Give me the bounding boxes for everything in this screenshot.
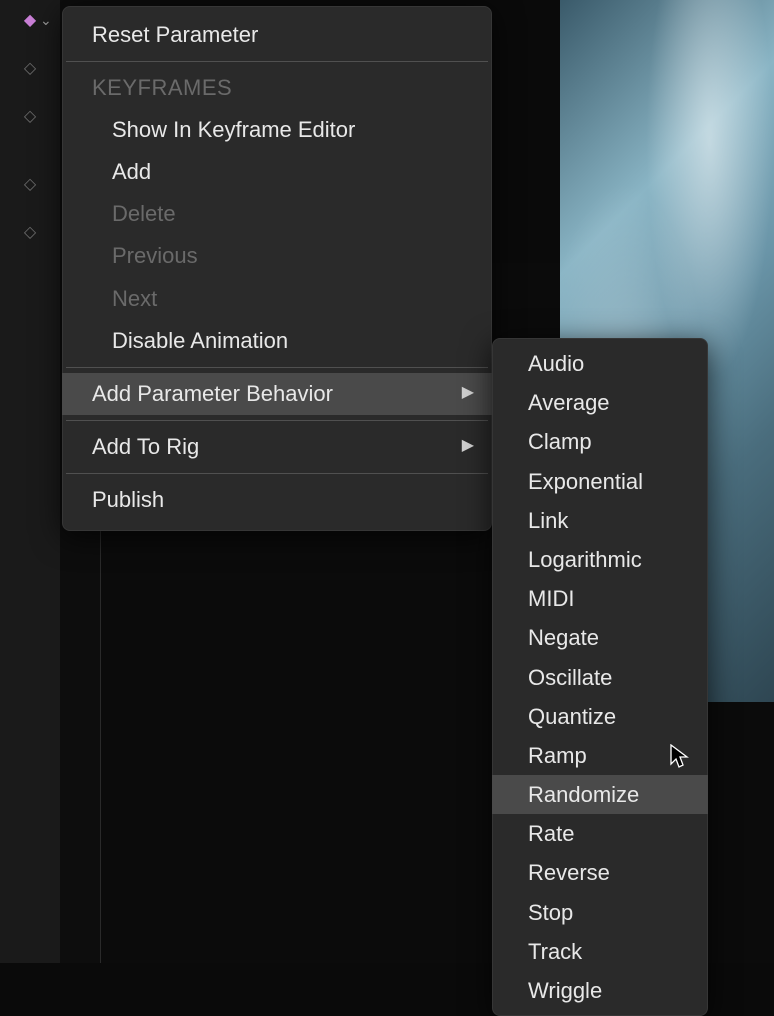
behavior-ramp[interactable]: Ramp [492,736,708,775]
submenu-item-label: Logarithmic [528,547,642,572]
submenu-item-label: Exponential [528,469,643,494]
behavior-exponential[interactable]: Exponential [492,462,708,501]
menu-separator [66,473,488,474]
behavior-average[interactable]: Average [492,383,708,422]
submenu-item-label: Clamp [528,429,592,454]
menu-add-to-rig[interactable]: Add To Rig ▶ [62,426,492,468]
keyframe-diamond-icon[interactable]: ◆ [24,10,36,30]
behavior-rate[interactable]: Rate [492,814,708,853]
submenu-item-label: Track [528,939,582,964]
submenu-item-label: Link [528,508,568,533]
submenu-arrow-icon: ▶ [462,434,474,459]
behavior-negate[interactable]: Negate [492,618,708,657]
behavior-track[interactable]: Track [492,932,708,971]
chevron-down-icon[interactable]: ⌄ [40,12,52,29]
menu-disable-animation[interactable]: Disable Animation [62,320,492,362]
menu-add-keyframe[interactable]: Add [62,151,492,193]
parameter-behavior-submenu[interactable]: Audio Average Clamp Exponential Link Logarith… [492,338,708,1016]
menu-item-label: Disable Animation [112,324,288,358]
menu-item-label: Previous [112,239,198,273]
behavior-midi[interactable]: MIDI [492,579,708,618]
menu-separator [66,367,488,368]
submenu-item-label: Quantize [528,704,616,729]
submenu-item-label: Rate [528,821,574,846]
menu-item-label: Add Parameter Behavior [92,377,333,411]
menu-previous-keyframe: Previous [62,235,492,277]
menu-add-parameter-behavior[interactable]: Add Parameter Behavior ▶ [62,373,492,415]
submenu-item-label: Average [528,390,610,415]
submenu-item-label: MIDI [528,586,574,611]
menu-delete-keyframe: Delete [62,193,492,235]
behavior-reverse[interactable]: Reverse [492,853,708,892]
behavior-stop[interactable]: Stop [492,893,708,932]
menu-show-in-keyframe-editor[interactable]: Show In Keyframe Editor [62,109,492,151]
behavior-quantize[interactable]: Quantize [492,697,708,736]
menu-section-keyframes: KEYFRAMES [62,67,492,109]
keyframe-diamond-icon[interactable]: ◇ [24,222,36,242]
menu-publish[interactable]: Publish [62,479,492,521]
submenu-item-label: Negate [528,625,599,650]
submenu-item-label: Randomize [528,782,639,807]
submenu-item-label: Ramp [528,743,587,768]
menu-item-label: Delete [112,197,176,231]
keyframe-diamond-icon[interactable]: ◇ [24,174,36,194]
menu-item-label: Next [112,282,157,316]
submenu-item-label: Oscillate [528,665,612,690]
menu-separator [66,61,488,62]
keyframe-diamond-icon[interactable]: ◇ [24,58,36,78]
menu-separator [66,420,488,421]
submenu-item-label: Wriggle [528,978,602,1003]
submenu-item-label: Audio [528,351,584,376]
keyframe-diamond-icon[interactable]: ◇ [24,106,36,126]
submenu-item-label: Stop [528,900,573,925]
behavior-audio[interactable]: Audio [492,344,708,383]
menu-item-label: Show In Keyframe Editor [112,113,355,147]
animation-context-menu[interactable]: Reset Parameter KEYFRAMES Show In Keyfra… [62,6,492,531]
keyframe-gutter: ◆ ◇ ◇ ◇ ◇ [0,0,60,242]
menu-item-label: Add To Rig [92,430,199,464]
menu-next-keyframe: Next [62,278,492,320]
submenu-item-label: Reverse [528,860,610,885]
behavior-clamp[interactable]: Clamp [492,422,708,461]
behavior-wriggle[interactable]: Wriggle [492,971,708,1010]
menu-item-label: Publish [92,483,164,517]
menu-item-label: Add [112,155,151,189]
behavior-link[interactable]: Link [492,501,708,540]
menu-reset-parameter[interactable]: Reset Parameter [62,14,492,56]
behavior-randomize[interactable]: Randomize [492,775,708,814]
menu-item-label: Reset Parameter [92,18,258,52]
behavior-logarithmic[interactable]: Logarithmic [492,540,708,579]
behavior-oscillate[interactable]: Oscillate [492,658,708,697]
submenu-arrow-icon: ▶ [462,381,474,406]
